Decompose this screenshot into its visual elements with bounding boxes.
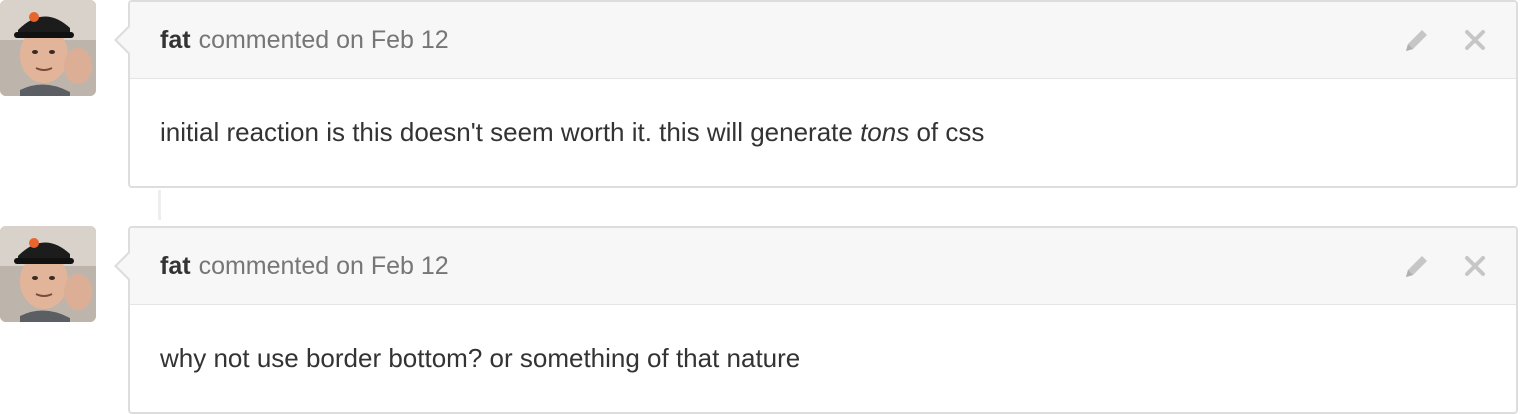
delete-button[interactable] <box>1460 24 1490 56</box>
comment-actions <box>1402 24 1490 56</box>
comment-body: initial reaction is this doesn't seem wo… <box>130 79 1516 187</box>
comment-author-link[interactable]: fat <box>160 252 191 281</box>
pencil-icon <box>1406 30 1427 51</box>
comment-header: fat commented on Feb 12 <box>130 2 1516 79</box>
comment-timestamp[interactable]: commented on Feb 12 <box>199 26 449 55</box>
pencil-icon <box>1406 256 1427 277</box>
comment-author-link[interactable]: fat <box>160 26 191 55</box>
close-icon <box>1465 256 1485 276</box>
delete-button[interactable] <box>1460 250 1490 282</box>
avatar[interactable] <box>0 226 96 322</box>
comment-text: why not use border bottom? or something … <box>160 343 801 373</box>
comment-body: why not use border bottom? or something … <box>130 305 1516 413</box>
comment-text: initial reaction is this doesn't seem wo… <box>160 117 861 147</box>
edit-button[interactable] <box>1402 250 1432 282</box>
comment-text-emphasis: tons <box>860 117 910 147</box>
avatar[interactable] <box>0 0 96 96</box>
edit-button[interactable] <box>1402 24 1432 56</box>
timeline-connector <box>158 190 161 220</box>
close-icon <box>1465 30 1485 50</box>
avatar-image <box>0 0 96 96</box>
comment-text-end: of css <box>909 117 985 147</box>
comment-timestamp[interactable]: commented on Feb 12 <box>199 252 449 281</box>
comment-card: fat commented on Feb 12 initial reaction… <box>114 0 1518 188</box>
comment-card: fat commented on Feb 12 why not use bord… <box>114 226 1518 414</box>
avatar-image <box>0 226 96 322</box>
comment-header: fat commented on Feb 12 <box>130 228 1516 305</box>
comment-actions <box>1402 250 1490 282</box>
